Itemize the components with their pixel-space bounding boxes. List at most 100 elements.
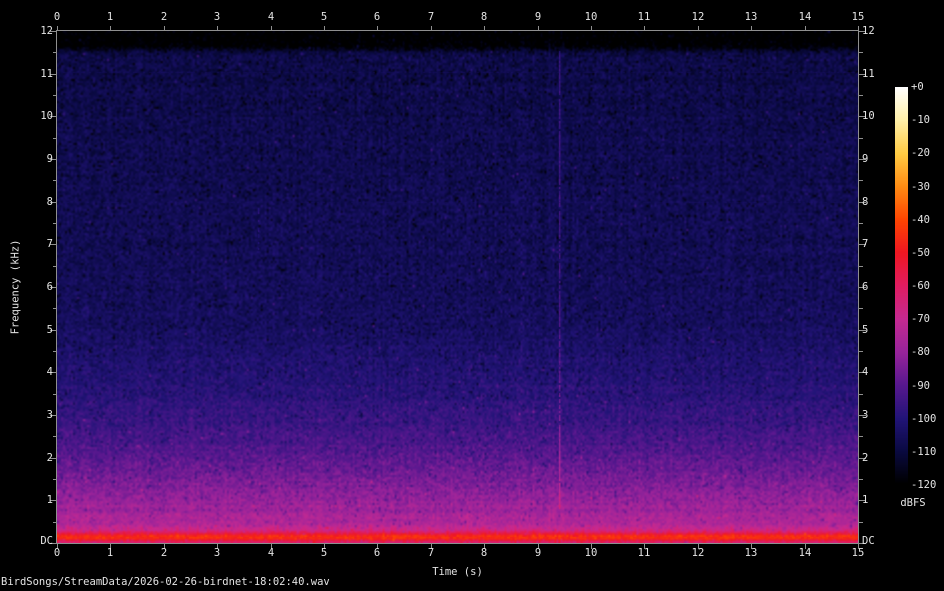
x-tick-label-top: 8 bbox=[480, 11, 488, 23]
x-tick-top bbox=[324, 26, 325, 31]
x-tick-label-bottom: 13 bbox=[744, 547, 758, 559]
colorbar-tick-label: -120 bbox=[911, 479, 937, 491]
y-tick-label-right: 11 bbox=[862, 68, 875, 80]
colorbar-tick-label: -10 bbox=[911, 114, 930, 126]
x-tick-top bbox=[538, 26, 539, 31]
x-tick-label-top: 7 bbox=[427, 11, 435, 23]
x-tick-label-bottom: 7 bbox=[427, 547, 435, 559]
spectrogram-plot bbox=[57, 31, 858, 543]
y-tick-label-right: 10 bbox=[862, 110, 875, 122]
y-tick-label-left: 5 bbox=[46, 324, 53, 336]
y-minor-tick-right bbox=[859, 308, 863, 309]
colorbar-tick-label: -60 bbox=[911, 280, 930, 292]
spectrogram-image: Time (s) Frequency (kHz) dBFS BirdSongs/… bbox=[0, 0, 944, 591]
x-tick-label-bottom: 3 bbox=[213, 547, 221, 559]
x-tick-label-top: 0 bbox=[53, 11, 61, 23]
x-tick-top bbox=[805, 26, 806, 31]
y-tick-label-left: 1 bbox=[46, 494, 53, 506]
colorbar-tick-label: +0 bbox=[911, 81, 924, 93]
y-tick-label-left: 4 bbox=[46, 366, 53, 378]
x-tick-top bbox=[751, 26, 752, 31]
x-tick-label-bottom: 4 bbox=[267, 547, 275, 559]
x-tick-top bbox=[57, 26, 58, 31]
y-minor-tick-left bbox=[53, 351, 57, 352]
colorbar-tick-label: -80 bbox=[911, 346, 930, 358]
x-tick-label-bottom: 9 bbox=[534, 547, 542, 559]
y-tick-label-left: 12 bbox=[40, 25, 53, 37]
y-minor-tick-left bbox=[53, 522, 57, 523]
y-tick-label-left: 7 bbox=[46, 238, 53, 250]
y-tick-label-left: 3 bbox=[46, 409, 53, 421]
x-tick-label-bottom: 15 bbox=[851, 547, 865, 559]
x-tick-label-top: 2 bbox=[160, 11, 168, 23]
x-tick-label-top: 12 bbox=[691, 11, 705, 23]
y-tick-label-left: 10 bbox=[40, 110, 53, 122]
x-tick-top bbox=[591, 26, 592, 31]
colorbar-tick-label: -40 bbox=[911, 214, 930, 226]
x-tick-label-top: 4 bbox=[267, 11, 275, 23]
y-tick-label-right: 2 bbox=[862, 452, 869, 464]
y-minor-tick-left bbox=[53, 52, 57, 53]
x-tick-label-top: 9 bbox=[534, 11, 542, 23]
colorbar-tick-label: -70 bbox=[911, 313, 930, 325]
x-tick-label-bottom: 8 bbox=[480, 547, 488, 559]
y-tick-label-right: 7 bbox=[862, 238, 869, 250]
y-tick-label-right: 6 bbox=[862, 281, 869, 293]
y-tick-label-right: 8 bbox=[862, 196, 869, 208]
x-tick-top bbox=[271, 26, 272, 31]
x-tick-label-bottom: 14 bbox=[798, 547, 812, 559]
x-tick-label-bottom: 5 bbox=[320, 547, 328, 559]
colorbar-tick-label: -100 bbox=[911, 413, 937, 425]
y-tick-label-right: 5 bbox=[862, 324, 869, 336]
x-tick-label-top: 14 bbox=[798, 11, 812, 23]
y-tick-label-left: 11 bbox=[40, 68, 53, 80]
x-tick-label-bottom: 6 bbox=[373, 547, 381, 559]
y-minor-tick-left bbox=[53, 436, 57, 437]
y-minor-tick-left bbox=[53, 394, 57, 395]
y-minor-tick-left bbox=[53, 180, 57, 181]
y-tick-label-left: 6 bbox=[46, 281, 53, 293]
y-tick-label-right: 12 bbox=[862, 25, 875, 37]
x-tick-top bbox=[377, 26, 378, 31]
x-tick-label-bottom: 1 bbox=[106, 547, 114, 559]
y-minor-tick-right bbox=[859, 266, 863, 267]
y-tick-label-left: 9 bbox=[46, 153, 53, 165]
y-tick-label-left: 8 bbox=[46, 196, 53, 208]
x-tick-label-top: 10 bbox=[584, 11, 598, 23]
x-tick-top bbox=[431, 26, 432, 31]
colorbar-tick-label: -110 bbox=[911, 446, 937, 458]
x-tick-top bbox=[698, 26, 699, 31]
x-tick-label-bottom: 0 bbox=[53, 547, 61, 559]
y-tick-label-right: DC bbox=[862, 535, 875, 547]
colorbar-tick-label: -50 bbox=[911, 247, 930, 259]
x-tick-label-bottom: 11 bbox=[637, 547, 651, 559]
y-tick-label-right: 1 bbox=[862, 494, 869, 506]
y-minor-tick-right bbox=[859, 394, 863, 395]
x-tick-label-top: 13 bbox=[744, 11, 758, 23]
x-tick-label-bottom: 10 bbox=[584, 547, 598, 559]
y-minor-tick-left bbox=[53, 223, 57, 224]
x-tick-label-top: 11 bbox=[637, 11, 651, 23]
file-title: BirdSongs/StreamData/2026-02-26-birdnet-… bbox=[1, 576, 330, 588]
x-tick-label-top: 1 bbox=[106, 11, 114, 23]
y-minor-tick-right bbox=[859, 52, 863, 53]
y-minor-tick-left bbox=[53, 266, 57, 267]
x-tick-label-bottom: 2 bbox=[160, 547, 168, 559]
colorbar-tick-label: -20 bbox=[911, 147, 930, 159]
x-tick-label-bottom: 12 bbox=[691, 547, 705, 559]
y-minor-tick-right bbox=[859, 180, 863, 181]
y-tick-label-left: 2 bbox=[46, 452, 53, 464]
y-minor-tick-right bbox=[859, 436, 863, 437]
y-minor-tick-right bbox=[859, 138, 863, 139]
y-minor-tick-right bbox=[859, 522, 863, 523]
y-minor-tick-left bbox=[53, 138, 57, 139]
y-minor-tick-left bbox=[53, 95, 57, 96]
y-minor-tick-right bbox=[859, 223, 863, 224]
y-minor-tick-right bbox=[859, 95, 863, 96]
x-tick-top bbox=[217, 26, 218, 31]
colorbar-tick-label: -30 bbox=[911, 181, 930, 193]
y-minor-tick-left bbox=[53, 479, 57, 480]
x-tick-top bbox=[484, 26, 485, 31]
y-minor-tick-left bbox=[53, 308, 57, 309]
colorbar-tick-label: -90 bbox=[911, 380, 930, 392]
